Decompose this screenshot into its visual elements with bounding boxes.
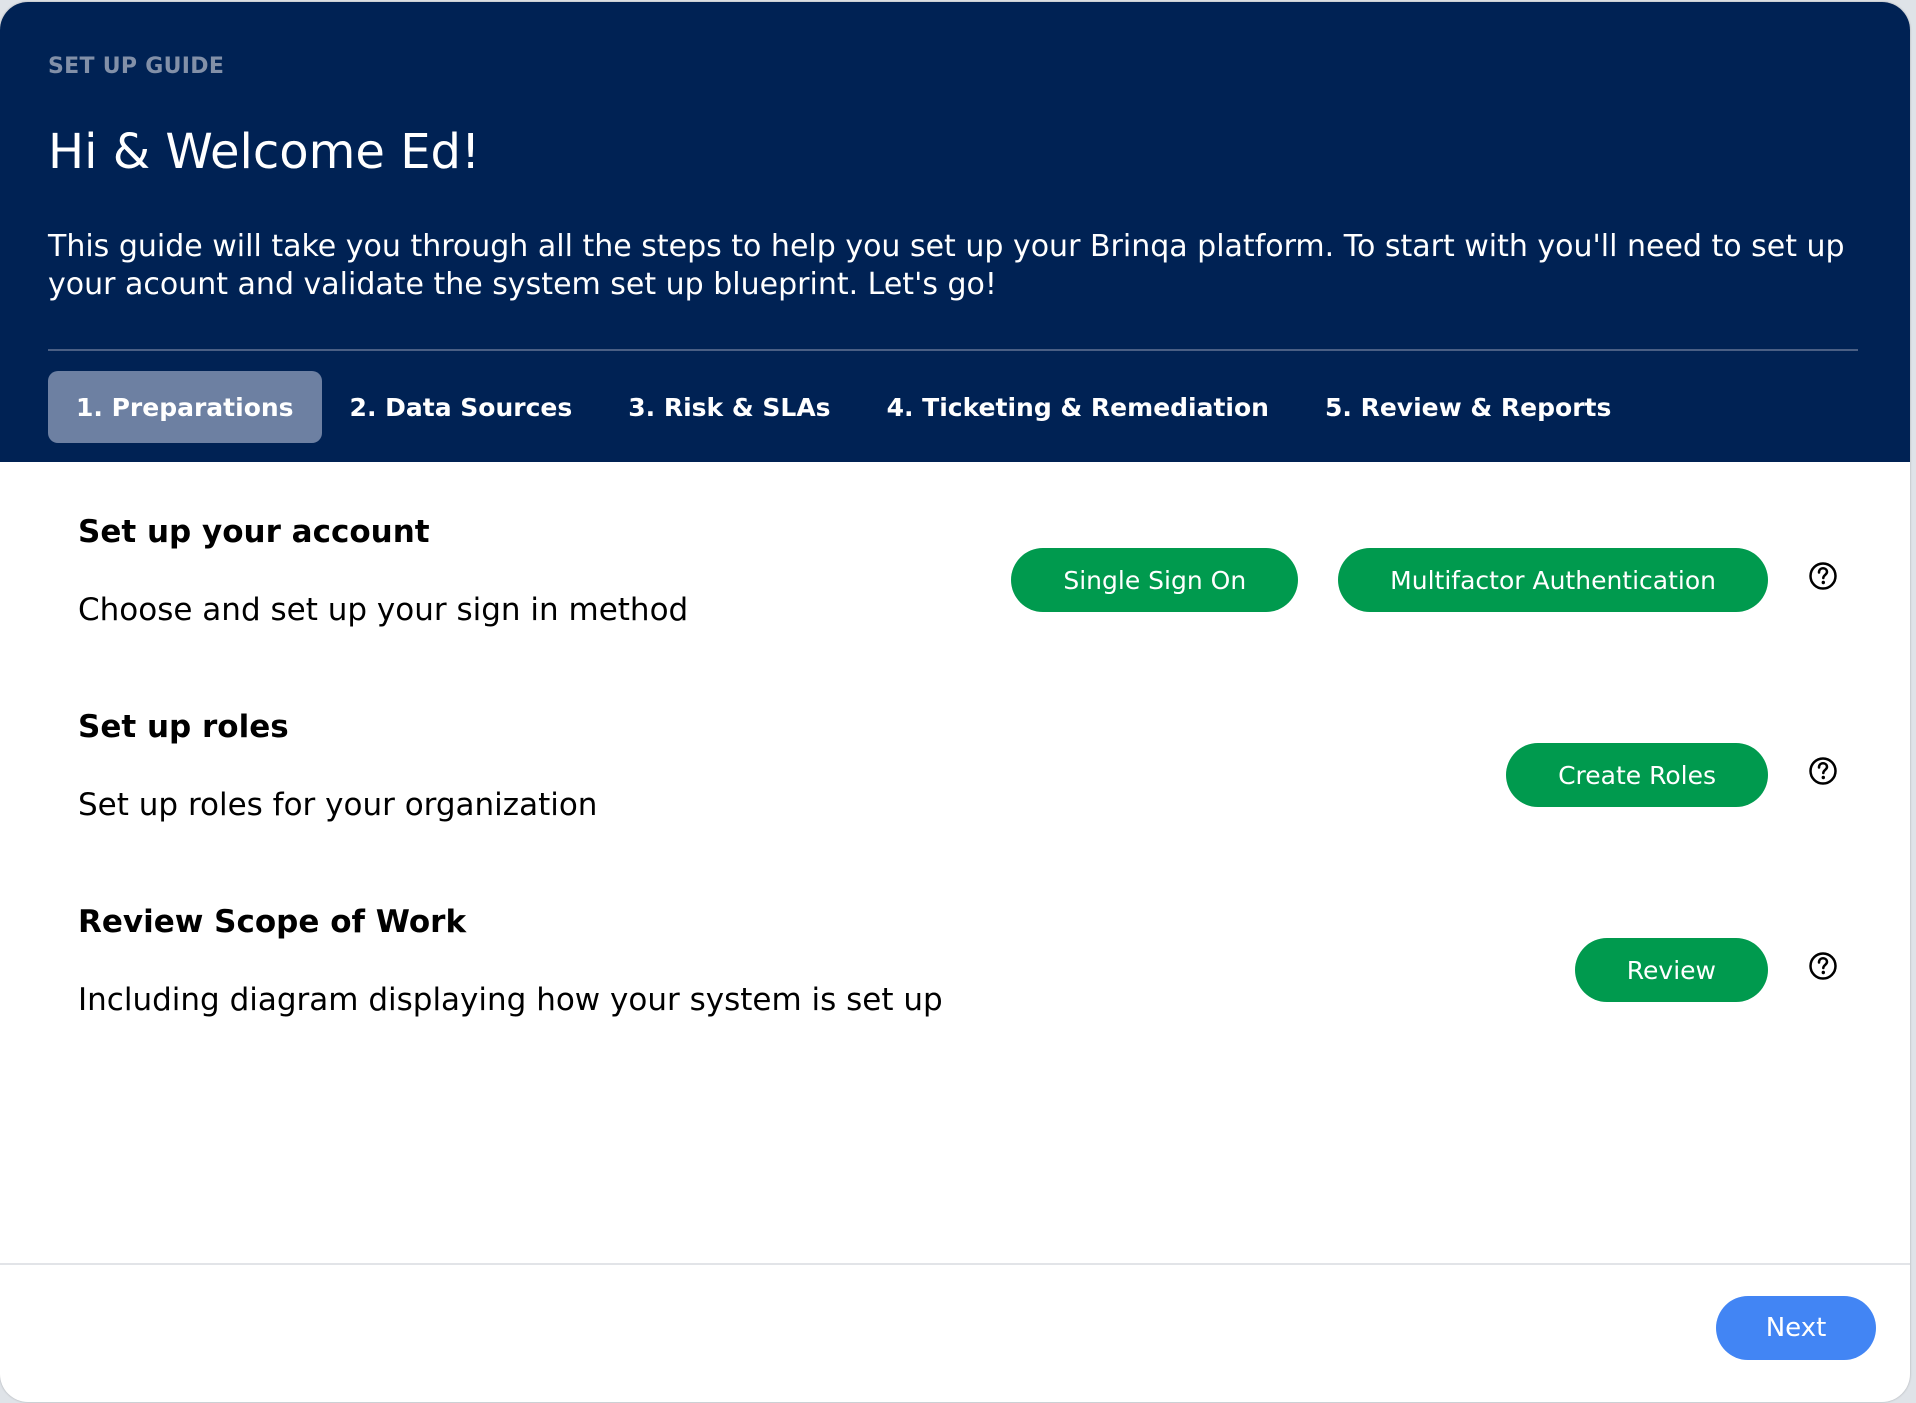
header-divider [48, 349, 1858, 351]
section-title: Review Scope of Work [78, 904, 467, 940]
create-roles-button[interactable]: Create Roles [1506, 743, 1768, 807]
section-description: Including diagram displaying how your sy… [78, 982, 943, 1018]
question-circle-icon[interactable] [1808, 951, 1838, 981]
intro-text: This guide will take you through all the… [48, 229, 1845, 302]
section-roles: Set up roles Set up roles for your organ… [78, 709, 1838, 849]
tab-preparations[interactable]: 1. Preparations [48, 371, 322, 443]
next-button[interactable]: Next [1716, 1296, 1876, 1360]
tab-data-sources[interactable]: 2. Data Sources [322, 371, 601, 443]
section-actions: Create Roles [1466, 743, 1838, 807]
question-circle-icon[interactable] [1808, 561, 1838, 591]
single-sign-on-button[interactable]: Single Sign On [1011, 548, 1299, 612]
section-account: Set up your account Choose and set up yo… [78, 514, 1838, 654]
page-title: Hi & Welcome Ed! [48, 124, 481, 180]
tab-ticketing-remediation[interactable]: 4. Ticketing & Remediation [859, 371, 1297, 443]
section-actions: Single Sign On Multifactor Authenticatio… [971, 548, 1838, 612]
step-tabs: 1. Preparations 2. Data Sources 3. Risk … [48, 371, 1639, 443]
section-title: Set up your account [78, 514, 430, 550]
section-scope-of-work: Review Scope of Work Including diagram d… [78, 904, 1838, 1044]
section-title: Set up roles [78, 709, 289, 745]
section-actions: Review [1535, 938, 1838, 1002]
section-description: Set up roles for your organization [78, 787, 598, 823]
footer-divider [0, 1263, 1910, 1265]
review-button[interactable]: Review [1574, 938, 1768, 1002]
tab-review-reports[interactable]: 5. Review & Reports [1297, 371, 1639, 443]
question-circle-icon[interactable] [1808, 756, 1838, 786]
eyebrow-label: SET UP GUIDE [48, 54, 225, 79]
setup-guide-header: SET UP GUIDE Hi & Welcome Ed! This guide… [0, 2, 1910, 462]
section-description: Choose and set up your sign in method [78, 592, 689, 628]
tab-risk-slas[interactable]: 3. Risk & SLAs [600, 371, 858, 443]
multifactor-authentication-button[interactable]: Multifactor Authentication [1338, 548, 1768, 612]
setup-guide-dialog: SET UP GUIDE Hi & Welcome Ed! This guide… [0, 2, 1910, 1402]
